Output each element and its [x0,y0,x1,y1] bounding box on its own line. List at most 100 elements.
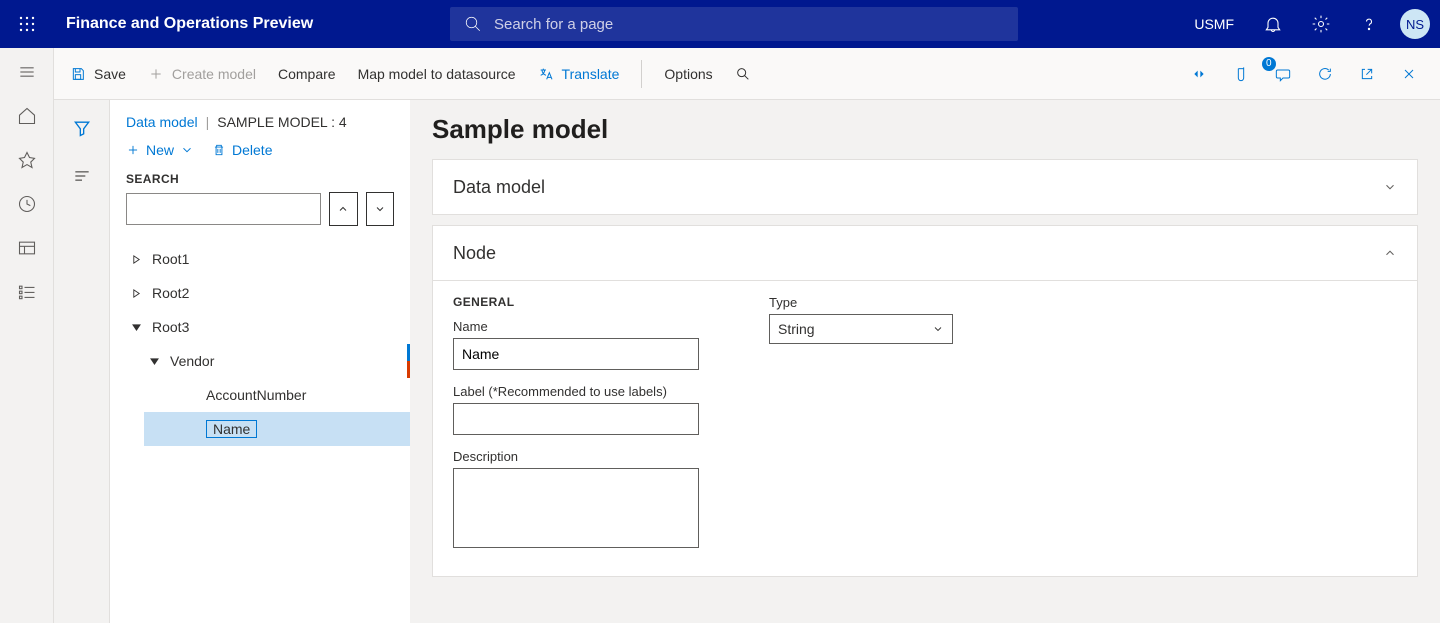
field-type-label: Type [769,295,953,310]
create-model-button: Create model [148,66,256,82]
compare-button[interactable]: Compare [278,66,336,82]
tree-node-label: Root1 [152,251,189,267]
new-node-button[interactable]: New [126,142,194,158]
header-right: USMF NS [1180,0,1440,48]
field-label-label: Label (*Recommended to use labels) [453,384,699,399]
spacer [182,421,198,437]
chevron-down-icon [180,143,194,157]
field-description-label: Description [453,449,699,464]
map-model-button[interactable]: Map model to datasource [358,66,516,82]
field-description-input[interactable] [453,468,699,548]
messages-badge-icon[interactable]: 0 [1268,59,1298,89]
search-row [110,186,410,236]
page-search-button[interactable] [735,66,751,82]
field-type-value: String [778,321,815,337]
tree-node-label: Root3 [152,319,189,335]
user-avatar[interactable]: NS [1400,9,1430,39]
home-icon[interactable] [15,104,39,128]
breadcrumb-separator: | [206,114,210,130]
tree-vendor[interactable]: Vendor [110,344,410,378]
options-label: Options [664,66,712,82]
tree-root1[interactable]: Root1 [110,242,410,276]
new-label: New [146,142,174,158]
search-icon [464,15,482,33]
close-icon[interactable] [1394,59,1424,89]
section-head-data-model[interactable]: Data model [433,160,1417,214]
breadcrumb-detail: SAMPLE MODEL : 4 [217,114,346,130]
section-data-model: Data model [432,159,1418,215]
options-button[interactable]: Options [664,66,712,82]
breadcrumb: Data model | SAMPLE MODEL : 4 [110,114,410,140]
collapse-icon[interactable] [128,319,144,335]
app-launcher-icon[interactable] [12,9,42,39]
tree-node-label: Vendor [170,353,214,369]
tree-node-label: AccountNumber [206,387,306,403]
attachments-icon[interactable] [1226,59,1256,89]
attachment-badge: 0 [1262,57,1276,71]
app-title: Finance and Operations Preview [66,15,313,33]
breadcrumb-page-link[interactable]: Data model [126,114,198,130]
help-icon[interactable] [1346,0,1392,48]
hamburger-icon[interactable] [15,60,39,84]
create-model-label: Create model [172,66,256,82]
map-model-label: Map model to datasource [358,66,516,82]
group-general-label: GENERAL [453,295,699,309]
expand-icon[interactable] [128,285,144,301]
recents-clock-icon[interactable] [15,192,39,216]
popout-icon[interactable] [1352,59,1382,89]
delete-label: Delete [232,142,272,158]
field-type-select[interactable]: String [769,314,953,344]
search-section-label: SEARCH [110,172,410,186]
detail-pane: Sample model Data model Node GENERAL [410,100,1440,623]
command-bar: Save Create model Compare Map model to d… [54,48,1440,100]
header-left: Finance and Operations Preview [0,9,450,39]
tree-name-selected[interactable]: Name [144,412,410,446]
section-body-node: GENERAL Name Label (*Recommended to use … [433,280,1417,576]
type-column: Type String [769,295,953,562]
save-label: Save [94,66,126,82]
section-label: Data model [453,177,545,198]
tree-node-label: Root2 [152,285,189,301]
refresh-icon[interactable] [1310,59,1340,89]
expand-icon[interactable] [128,251,144,267]
sort-lines-icon[interactable] [72,166,92,186]
search-next-button[interactable] [366,192,395,226]
commandbar-right: 0 [1184,59,1424,89]
general-column: GENERAL Name Label (*Recommended to use … [453,295,699,562]
tree-toolbar: New Delete [110,140,410,172]
field-name-label: Name [453,319,699,334]
modules-list-icon[interactable] [15,280,39,304]
translate-button[interactable]: Translate [538,66,620,82]
chevron-up-icon [1383,246,1397,260]
field-label-input[interactable] [453,403,699,435]
chevron-down-icon [1383,180,1397,194]
main-layout: Save Create model Compare Map model to d… [0,48,1440,623]
tree-node-label: Name [206,420,257,438]
filter-column [54,100,110,623]
global-search[interactable]: Search for a page [450,7,1018,41]
save-button[interactable]: Save [70,66,126,82]
node-status-marker [407,344,410,378]
settings-gear-icon[interactable] [1298,0,1344,48]
body-area: Data model | SAMPLE MODEL : 4 New Delete [54,100,1440,623]
org-selector[interactable]: USMF [1180,16,1248,32]
delete-node-button[interactable]: Delete [212,142,272,158]
spacer [182,387,198,403]
section-head-node[interactable]: Node [433,226,1417,280]
favorites-star-icon[interactable] [15,148,39,172]
page-title: Sample model [432,114,1418,145]
tree-search-input[interactable] [126,193,321,225]
tree-root2[interactable]: Root2 [110,276,410,310]
collapse-icon[interactable] [146,353,162,369]
tree-accountnumber[interactable]: AccountNumber [110,378,410,412]
content-wrap: Save Create model Compare Map model to d… [54,48,1440,623]
model-tree: Root1 Root2 Root3 Vendor [110,236,410,446]
tree-root3[interactable]: Root3 [110,310,410,344]
funnel-filter-icon[interactable] [72,118,92,138]
workspaces-icon[interactable] [15,236,39,260]
search-prev-button[interactable] [329,192,358,226]
personalize-icon[interactable] [1184,59,1214,89]
field-name-input[interactable] [453,338,699,370]
section-node: Node GENERAL Name Label (*Recommended to… [432,225,1418,577]
notifications-icon[interactable] [1250,0,1296,48]
